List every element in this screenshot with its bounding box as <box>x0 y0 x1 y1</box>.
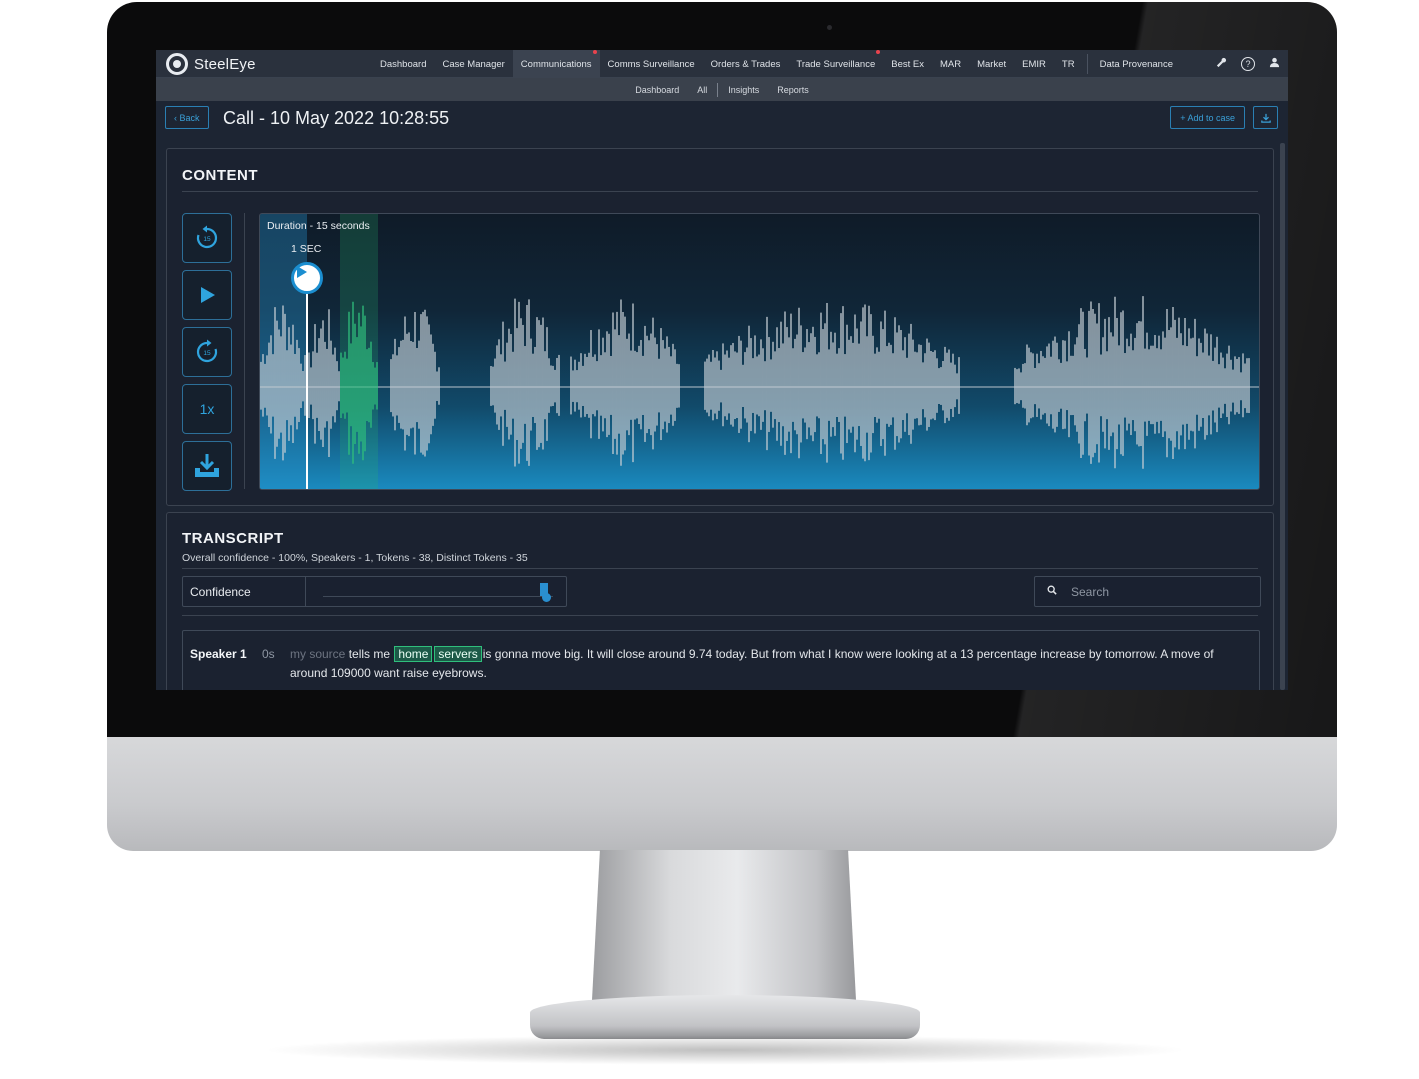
subnav-divider <box>717 82 719 97</box>
current-time-label: 1 SEC <box>291 243 322 255</box>
alert-dot <box>592 50 597 54</box>
page-scrollbar[interactable] <box>1280 143 1285 690</box>
nav-icons: ? <box>1216 50 1280 78</box>
download-icon <box>1260 113 1271 123</box>
app-screen: SteelEye Dashboard Case Manager Communic… <box>156 50 1288 690</box>
utterance-text: my source tells me home servers is gonna m… <box>290 645 1250 683</box>
rewind-15-button[interactable]: 15 <box>182 213 232 263</box>
nav-item-emir[interactable]: EMIR <box>1014 50 1054 78</box>
svg-text:15: 15 <box>203 236 211 243</box>
playback-speed-label: 1x <box>199 401 215 417</box>
search-icon <box>1047 585 1057 598</box>
nav-item-trade-surveillance[interactable]: Trade Surveillance <box>788 50 883 78</box>
transcript-text: tells me <box>348 647 391 661</box>
nav-item-communications[interactable]: Communications <box>512 50 600 78</box>
rewind-15-icon: 15 <box>196 225 218 249</box>
sub-navigation: Dashboard All Insights Reports <box>156 78 1288 101</box>
transcript-heading: TRANSCRIPT <box>182 530 284 547</box>
duration-label: Duration - 15 seconds <box>267 220 370 232</box>
page-header: ‹ Back Call - 10 May 2022 10:28:55 + Add… <box>156 101 1288 137</box>
speaker-label: Speaker 1 <box>190 647 247 661</box>
transcript-summary: Overall confidence - 100%, Speakers - 1,… <box>182 552 528 564</box>
playhead-play-button[interactable] <box>291 262 323 294</box>
user-icon[interactable] <box>1269 57 1280 71</box>
logo-text: SteelEye <box>194 55 256 73</box>
nav-item-market[interactable]: Market <box>969 50 1014 78</box>
subnav-all[interactable]: All <box>689 85 715 95</box>
monitor-stand-neck <box>592 850 856 1000</box>
waveform-graphic <box>260 214 1259 489</box>
utterance-time[interactable]: 0s <box>262 647 275 661</box>
nav-item-best-ex[interactable]: Best Ex <box>883 50 932 78</box>
nav-item-comms-surveillance[interactable]: Comms Surveillance <box>600 50 703 78</box>
help-icon[interactable]: ? <box>1241 57 1255 71</box>
monitor-chin <box>107 737 1337 851</box>
subnav-insights[interactable]: Insights <box>720 85 767 95</box>
nav-item-label: Communications <box>520 58 592 70</box>
alert-dot <box>876 50 881 54</box>
logo-icon <box>166 53 188 75</box>
audio-waveform[interactable]: Duration - 15 seconds 1 SEC <box>259 213 1260 490</box>
content-panel: CONTENT 15 15 1x Duration - 15 seconds 1… <box>166 148 1274 506</box>
back-button[interactable]: ‹ Back <box>165 106 209 129</box>
app-logo[interactable]: SteelEye <box>166 53 256 75</box>
subnav-dashboard[interactable]: Dashboard <box>627 85 687 95</box>
top-navigation: SteelEye Dashboard Case Manager Communic… <box>156 50 1288 78</box>
confidence-filter: Confidence <box>182 576 567 607</box>
transcript-utterance: Speaker 1 0s my source tells me home serv… <box>182 630 1260 690</box>
download-button[interactable] <box>1253 106 1278 129</box>
nav-item-dashboard[interactable]: Dashboard <box>372 50 434 78</box>
play-icon <box>297 266 307 278</box>
forward-15-icon: 15 <box>196 339 218 363</box>
play-icon <box>201 287 215 303</box>
forward-15-button[interactable]: 15 <box>182 327 232 377</box>
monitor-stand-foot <box>530 995 920 1039</box>
wrench-icon[interactable] <box>1216 57 1227 71</box>
download-icon <box>195 454 219 477</box>
transcript-divider <box>182 568 1258 569</box>
add-to-case-button[interactable]: + Add to case <box>1170 106 1245 129</box>
transcript-divider-2 <box>182 615 1258 616</box>
download-audio-button[interactable] <box>182 441 232 491</box>
nav-item-case-manager[interactable]: Case Manager <box>434 50 512 78</box>
confidence-label: Confidence <box>190 585 251 599</box>
playback-speed-button[interactable]: 1x <box>182 384 232 434</box>
confidence-divider <box>305 577 306 606</box>
nav-item-label: Trade Surveillance <box>796 58 876 70</box>
controls-divider <box>244 213 245 489</box>
transcript-search <box>1034 576 1261 607</box>
camera-dot <box>827 25 832 30</box>
svg-text:15: 15 <box>203 350 211 357</box>
confidence-slider-track[interactable] <box>323 596 553 597</box>
nav-item-data-provenance[interactable]: Data Provenance <box>1092 50 1181 78</box>
nav-item-orders-trades[interactable]: Orders & Trades <box>703 50 789 78</box>
low-confidence-text: my source <box>290 647 346 661</box>
nav-items: Dashboard Case Manager Communications Co… <box>372 50 1181 78</box>
highlighted-token[interactable]: home <box>394 646 433 662</box>
content-heading: CONTENT <box>182 167 258 184</box>
subnav-reports[interactable]: Reports <box>769 85 817 95</box>
nav-divider <box>1086 54 1088 74</box>
page-title: Call - 10 May 2022 10:28:55 <box>223 108 450 128</box>
nav-item-mar[interactable]: MAR <box>932 50 969 78</box>
play-button[interactable] <box>182 270 232 320</box>
highlighted-token[interactable]: servers <box>434 646 482 662</box>
player-controls: 15 15 1x <box>182 213 232 498</box>
stand-shadow <box>260 1035 1190 1065</box>
transcript-panel: TRANSCRIPT Overall confidence - 100%, Sp… <box>166 512 1274 690</box>
nav-item-tr[interactable]: TR <box>1054 50 1083 78</box>
confidence-slider-thumb[interactable] <box>542 593 551 602</box>
content-divider <box>182 191 1258 192</box>
search-input[interactable] <box>1071 584 1241 599</box>
